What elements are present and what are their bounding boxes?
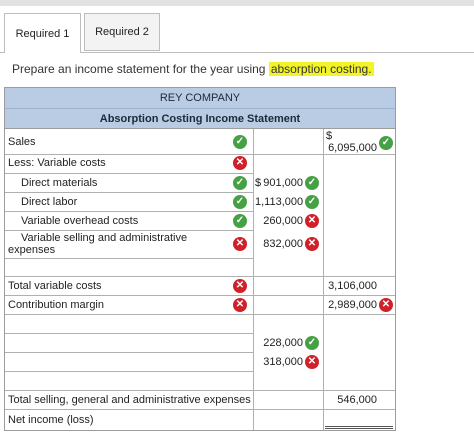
row-label-total-sga: Total selling, general and administrativ… <box>8 394 251 406</box>
x-icon: ✕ <box>233 156 247 170</box>
row-divider <box>5 173 253 174</box>
variable-overhead-amount[interactable]: 260,000 <box>255 215 303 227</box>
fixed-expense-amount-2[interactable]: 318,000 <box>255 356 303 368</box>
check-icon: ✓ <box>233 176 247 190</box>
x-icon: ✕ <box>305 237 319 251</box>
row-label-less-variable-costs: Less: Variable costs <box>8 157 106 169</box>
row-divider <box>5 230 253 231</box>
label-input-row[interactable] <box>5 315 253 333</box>
row-divider <box>5 192 253 193</box>
row-divider <box>5 390 395 391</box>
row-divider <box>5 276 395 277</box>
total-sga-amount[interactable]: 546,000 <box>325 394 377 406</box>
statement-title: Absorption Costing Income Statement <box>5 109 395 129</box>
x-icon: ✕ <box>305 214 319 228</box>
check-icon: ✓ <box>233 135 247 149</box>
dm-dollar-sign: $ <box>255 177 262 189</box>
direct-materials-amount[interactable]: 901,000 <box>263 177 303 189</box>
check-icon: ✓ <box>305 195 319 209</box>
sales-total[interactable]: 6,095,000 <box>325 142 377 154</box>
x-icon: ✕ <box>233 237 247 251</box>
check-icon: ✓ <box>233 195 247 209</box>
row-label-contribution-margin: Contribution margin <box>8 299 104 311</box>
tab-label: Required 2 <box>95 26 149 38</box>
row-label-sales: Sales <box>8 136 36 148</box>
label-input-row[interactable] <box>5 334 253 352</box>
row-label-direct-labor: Direct labor <box>21 196 78 208</box>
row-divider <box>5 211 253 212</box>
tab-required-1[interactable]: Required 1 <box>4 13 81 53</box>
top-strip <box>0 0 474 6</box>
row-label-total-variable-costs: Total variable costs <box>8 280 102 292</box>
instruction-highlight: absorption costing. <box>268 62 374 76</box>
x-icon: ✕ <box>305 355 319 369</box>
row-divider <box>5 154 395 155</box>
company-name: REY COMPANY <box>5 88 395 109</box>
x-icon: ✕ <box>233 279 247 293</box>
instruction-prefix: Prepare an income statement for the year… <box>12 62 269 76</box>
x-icon: ✕ <box>379 298 393 312</box>
column-divider <box>323 129 324 430</box>
check-icon: ✓ <box>305 176 319 190</box>
row-divider <box>5 371 253 372</box>
net-income-input[interactable] <box>325 410 393 429</box>
check-icon: ✓ <box>379 136 393 150</box>
row-divider <box>5 295 395 296</box>
row-label-direct-materials: Direct materials <box>21 177 98 189</box>
income-statement-table: REY COMPANY Absorption Costing Income St… <box>4 87 396 431</box>
check-icon: ✓ <box>305 336 319 350</box>
check-icon: ✓ <box>233 214 247 228</box>
row-label-variable-selling-admin-cont: expenses <box>8 244 56 256</box>
fixed-expense-amount-1[interactable]: 228,000 <box>255 337 303 349</box>
instruction-text: Prepare an income statement for the year… <box>12 62 374 76</box>
label-input-row[interactable] <box>5 353 253 371</box>
sales-dollar-sign: $ <box>326 130 333 142</box>
row-label-net-income: Net income (loss) <box>8 414 94 426</box>
column-divider <box>253 129 254 430</box>
tab-required-2[interactable]: Required 2 <box>84 13 160 51</box>
total-variable-costs-amount[interactable]: 3,106,000 <box>325 280 377 292</box>
tab-label: Required 1 <box>15 27 70 40</box>
variable-selling-admin-amount[interactable]: 832,000 <box>255 238 303 250</box>
x-icon: ✕ <box>233 298 247 312</box>
row-divider <box>5 258 253 259</box>
contribution-margin-amount[interactable]: 2,989,000 <box>325 299 377 311</box>
direct-labor-amount[interactable]: 1,113,000 <box>255 196 303 208</box>
row-label-variable-overhead: Variable overhead costs <box>21 215 139 227</box>
row-label-variable-selling-admin: Variable selling and administrative <box>21 232 188 244</box>
